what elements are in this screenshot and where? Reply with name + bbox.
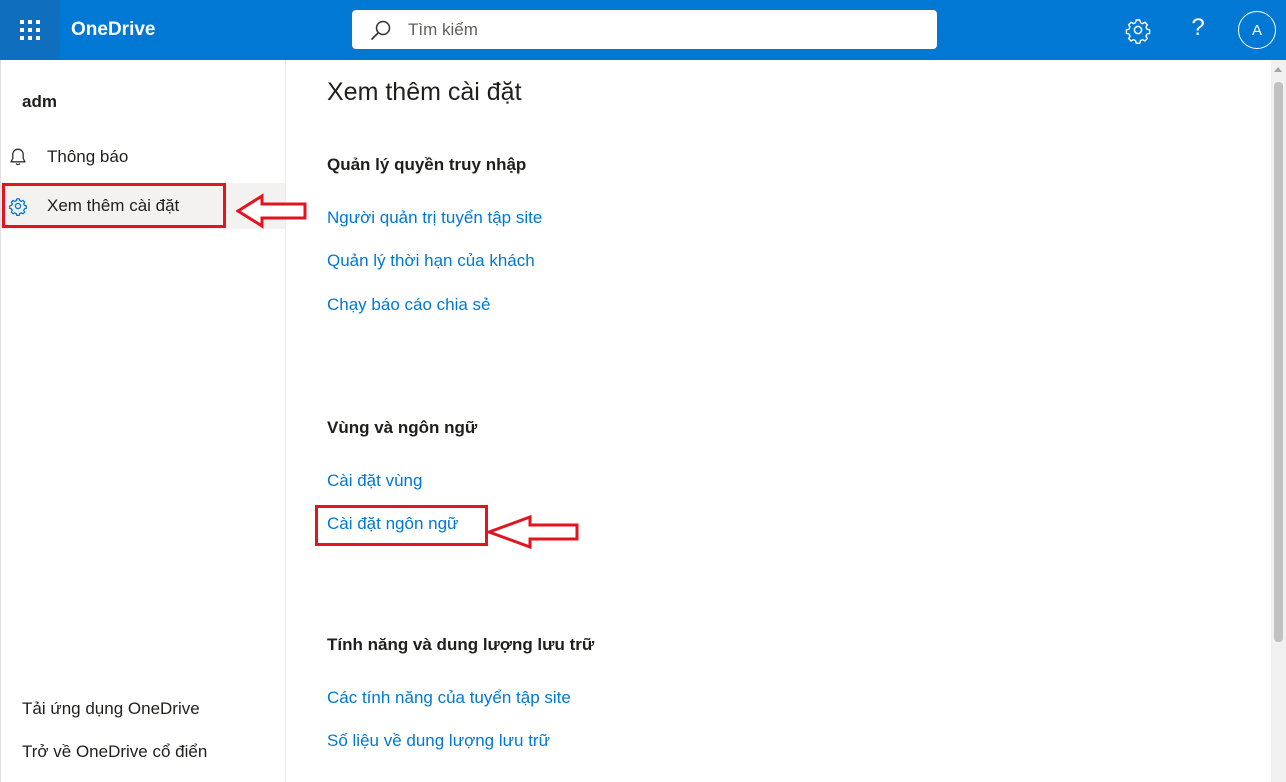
search-box[interactable] xyxy=(352,10,937,49)
language-settings-link[interactable]: Cài đặt ngôn ngữ xyxy=(327,514,458,534)
sidebar-item-label: Xem thêm cài đặt xyxy=(47,196,180,215)
get-onedrive-app-link[interactable]: Tải ứng dụng OneDrive xyxy=(22,699,200,719)
page-title: Xem thêm cài đặt xyxy=(327,78,522,106)
top-bar: OneDrive ? A xyxy=(0,0,1286,60)
waffle-icon xyxy=(20,20,40,40)
section-heading-access: Quản lý quyền truy nhập xyxy=(327,155,527,174)
settings-sidebar: adm Thông báo Xem thêm cài đặt Tải ứng d… xyxy=(0,60,286,782)
regional-settings-link[interactable]: Cài đặt vùng xyxy=(327,471,422,491)
guest-expiration-link[interactable]: Quản lý thời hạn của khách xyxy=(327,251,535,271)
section-heading-region: Vùng và ngôn ngữ xyxy=(327,418,478,437)
sidebar-user-name: adm xyxy=(22,92,57,111)
storage-metrics-link[interactable]: Số liệu về dung lượng lưu trữ xyxy=(327,731,550,751)
account-avatar[interactable]: A xyxy=(1238,11,1276,49)
sidebar-item-label: Thông báo xyxy=(47,147,129,166)
sharing-report-link[interactable]: Chạy báo cáo chia sẻ xyxy=(327,295,491,315)
site-collection-admins-link[interactable]: Người quản trị tuyển tập site xyxy=(327,208,542,228)
bell-icon xyxy=(8,147,28,167)
scroll-up-arrow-icon[interactable] xyxy=(1274,67,1282,72)
gear-icon xyxy=(1125,19,1151,44)
sidebar-item-more-settings[interactable]: Xem thêm cài đặt xyxy=(1,183,285,229)
help-button[interactable]: ? xyxy=(1184,14,1212,46)
app-launcher-button[interactable] xyxy=(0,0,60,60)
search-input[interactable] xyxy=(406,18,890,41)
site-collection-features-link[interactable]: Các tính năng của tuyển tập site xyxy=(327,688,571,708)
app-name-link[interactable]: OneDrive xyxy=(71,19,155,41)
gear-icon xyxy=(8,196,28,217)
scrollbar[interactable] xyxy=(1271,60,1286,782)
search-icon xyxy=(370,18,394,42)
section-heading-features: Tính năng và dung lượng lưu trữ xyxy=(327,635,595,654)
scrollbar-thumb[interactable] xyxy=(1274,82,1283,642)
return-to-classic-link[interactable]: Trở về OneDrive cổ điển xyxy=(22,742,207,762)
settings-button[interactable] xyxy=(1124,16,1152,44)
settings-content: Xem thêm cài đặt Quản lý quyền truy nhập… xyxy=(287,60,1271,782)
sidebar-item-notifications[interactable]: Thông báo xyxy=(1,134,285,180)
